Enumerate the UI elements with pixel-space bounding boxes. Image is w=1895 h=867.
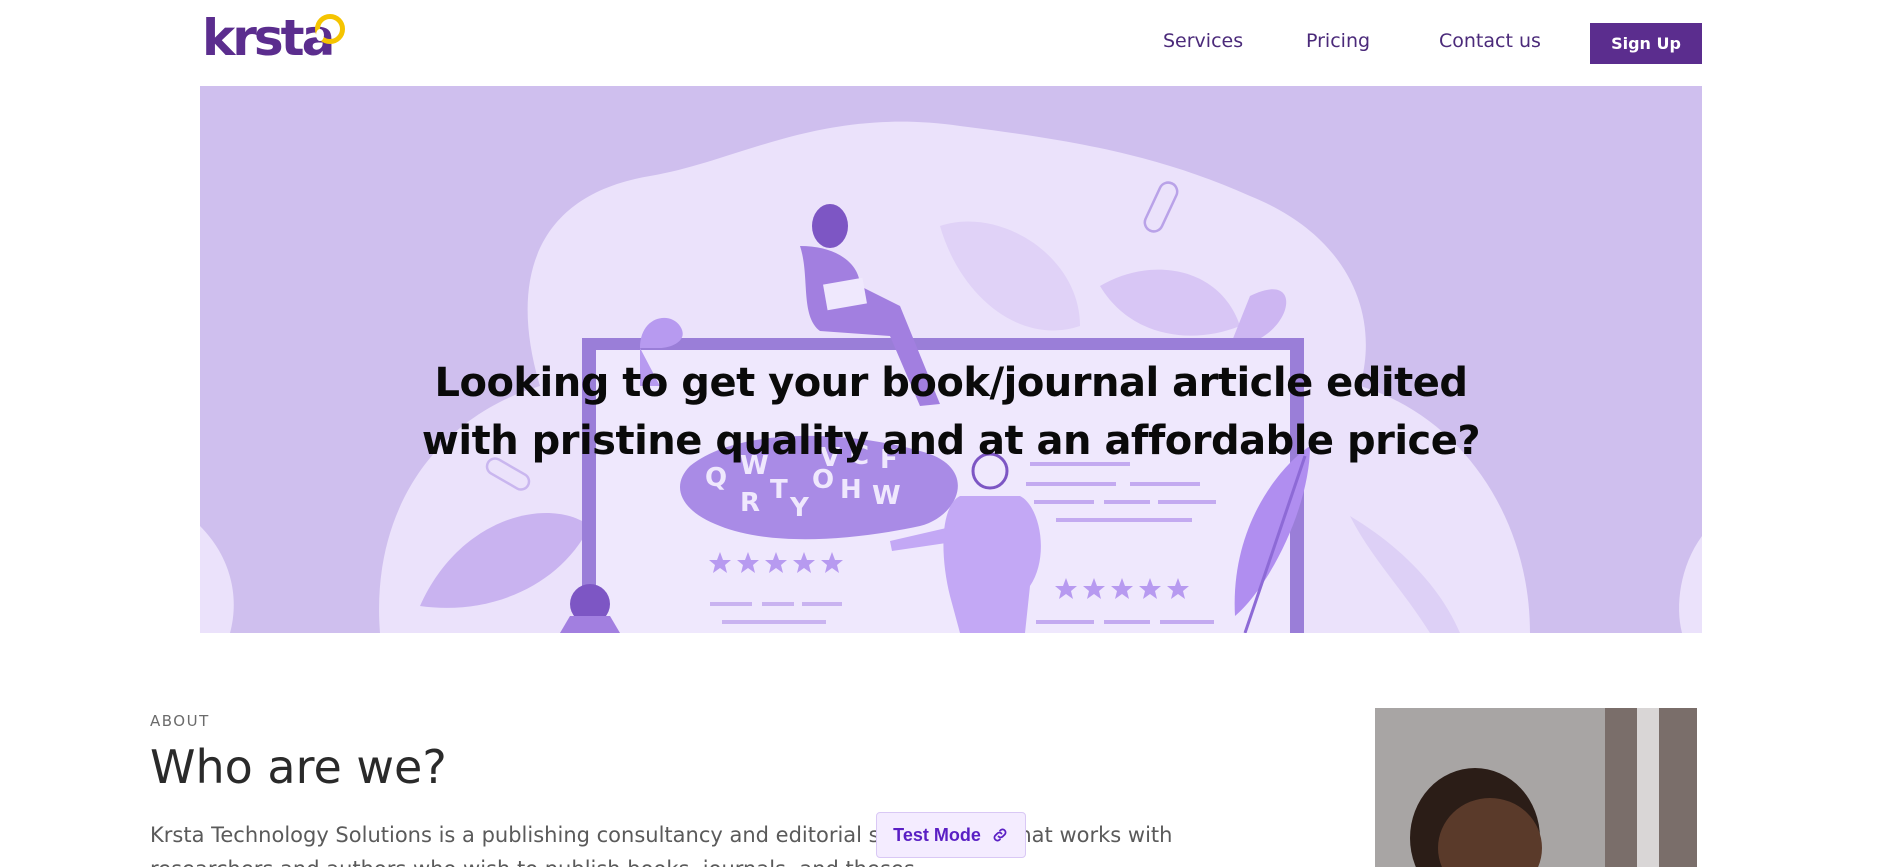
logo-wordmark: krsta bbox=[202, 9, 335, 67]
text-line bbox=[762, 602, 794, 606]
text-line bbox=[722, 620, 826, 624]
about-section-title: Who are we? bbox=[150, 740, 447, 794]
nav-contact-link[interactable]: Contact us bbox=[1439, 30, 1541, 52]
small-figure bbox=[560, 616, 620, 633]
text-line bbox=[1104, 500, 1150, 504]
test-mode-badge[interactable]: Test Mode bbox=[876, 812, 1026, 858]
sign-up-button[interactable]: Sign Up bbox=[1590, 23, 1702, 64]
about-section-label: ABOUT bbox=[150, 712, 210, 730]
about-description: Krsta Technology Solutions is a publishi… bbox=[150, 823, 1173, 867]
hero-headline-line1: Looking to get your book/journal article… bbox=[434, 360, 1468, 406]
text-line bbox=[802, 602, 842, 606]
text-line bbox=[710, 602, 752, 606]
letter-t: T bbox=[770, 475, 788, 505]
man-figure bbox=[943, 496, 1041, 633]
hero-headline: Looking to get your book/journal article… bbox=[200, 354, 1702, 470]
nav-pricing-link[interactable]: Pricing bbox=[1306, 30, 1370, 52]
test-mode-label: Test Mode bbox=[893, 824, 981, 845]
text-line bbox=[1026, 482, 1116, 486]
text-line bbox=[1056, 518, 1192, 522]
text-line bbox=[1158, 500, 1216, 504]
letter-r: R bbox=[740, 488, 760, 518]
hero-headline-line2: with pristine quality and at an affordab… bbox=[421, 418, 1481, 464]
krsta-logo[interactable]: krsta bbox=[202, 12, 352, 64]
about-photo bbox=[1375, 708, 1697, 867]
text-line bbox=[1130, 482, 1200, 486]
link-icon bbox=[993, 828, 1007, 842]
person-photo-illustration bbox=[1375, 708, 1697, 867]
text-line bbox=[1160, 620, 1214, 624]
nav-services-link[interactable]: Services bbox=[1163, 30, 1243, 52]
text-line bbox=[1036, 620, 1094, 624]
woman-head bbox=[812, 204, 848, 248]
text-line bbox=[1034, 500, 1094, 504]
left-edge-blob bbox=[200, 526, 234, 633]
letter-h: H bbox=[840, 475, 862, 505]
site-header: krsta Services Pricing Contact us Sign U… bbox=[0, 0, 1895, 86]
hero-banner: Q W V C F R T Y O H W Looking to get you… bbox=[200, 86, 1702, 633]
letter-y: Y bbox=[789, 493, 810, 523]
logo-ring-icon bbox=[315, 14, 345, 44]
letter-w: W bbox=[872, 481, 901, 511]
right-edge-blob bbox=[1679, 536, 1702, 633]
photo-window bbox=[1637, 708, 1659, 867]
text-line bbox=[1104, 620, 1150, 624]
